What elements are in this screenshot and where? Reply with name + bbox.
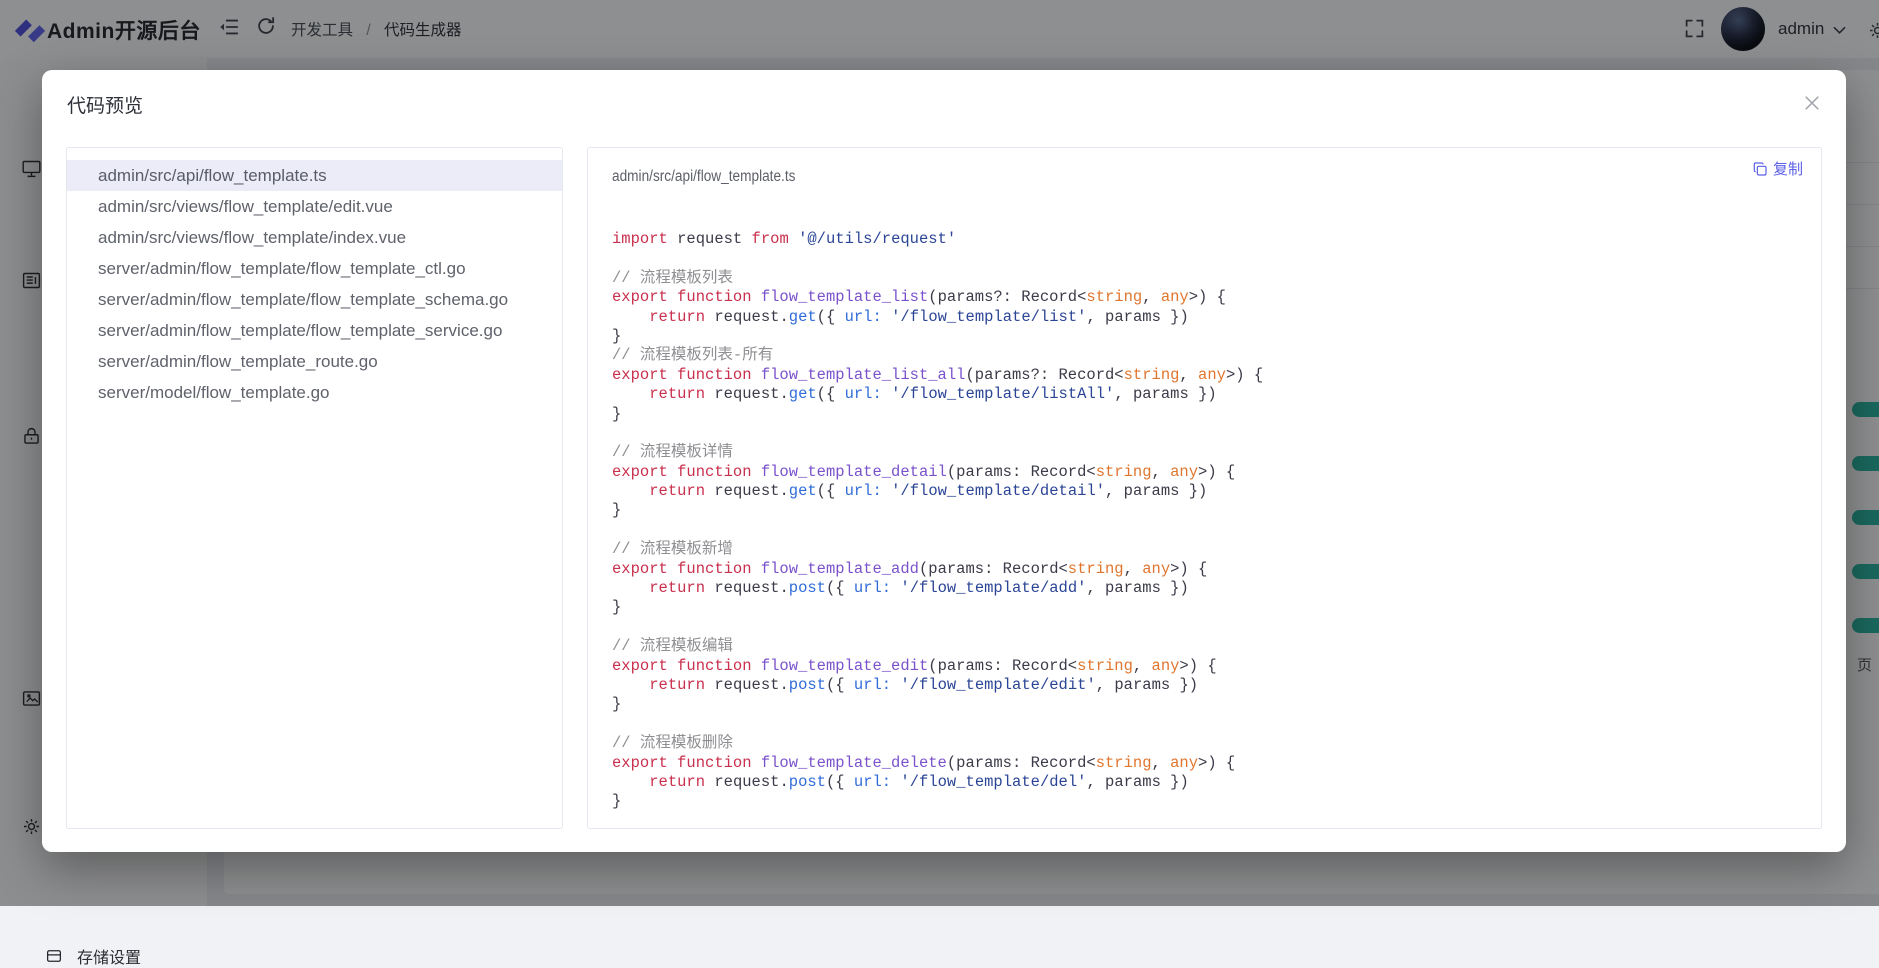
code-line: }: [612, 501, 1811, 520]
code-line: }: [612, 598, 1811, 617]
code-file-title: admin/src/api/flow_template.ts: [612, 168, 795, 186]
code-preview-modal: 代码预览 admin/src/api/flow_template.tsadmin…: [42, 70, 1846, 852]
code-line: export function flow_template_delete(par…: [612, 754, 1811, 773]
code-line: import request from '@/utils/request': [612, 230, 1811, 249]
file-list: admin/src/api/flow_template.tsadmin/src/…: [66, 147, 563, 829]
file-list-item[interactable]: server/model/flow_template.go: [67, 377, 562, 408]
modal-title: 代码预览: [67, 91, 143, 118]
file-list-item[interactable]: server/admin/flow_template/flow_template…: [67, 315, 562, 346]
file-list-item[interactable]: admin/src/views/flow_template/index.vue: [67, 222, 562, 253]
code-line: return request.get({ url: '/flow_templat…: [612, 308, 1811, 327]
code-line: }: [612, 327, 1811, 346]
code-line: return request.get({ url: '/flow_templat…: [612, 482, 1811, 501]
code-line: return request.post({ url: '/flow_templa…: [612, 676, 1811, 695]
code-line: return request.post({ url: '/flow_templa…: [612, 773, 1811, 792]
code-line: export function flow_template_edit(param…: [612, 657, 1811, 676]
code-line: }: [612, 405, 1811, 424]
code-line: export function flow_template_list_all(p…: [612, 366, 1811, 385]
code-line: // 流程模板编辑: [612, 637, 1811, 656]
code-line: }: [612, 695, 1811, 714]
code-line: }: [612, 792, 1811, 811]
sidebar-item-storage-settings[interactable]: 存储设置: [45, 944, 141, 968]
copy-button[interactable]: 复制: [1748, 156, 1807, 181]
file-list-item[interactable]: server/admin/flow_template_route.go: [67, 346, 562, 377]
code-line: [612, 715, 1811, 734]
code-line: // 流程模板列表-所有: [612, 346, 1811, 365]
code-line: export function flow_template_detail(par…: [612, 463, 1811, 482]
code-block: import request from '@/utils/request' //…: [612, 230, 1811, 812]
code-line: // 流程模板详情: [612, 443, 1811, 462]
sidebar-item-label: 存储设置: [77, 944, 141, 968]
code-line: [612, 249, 1811, 268]
code-line: export function flow_template_add(params…: [612, 560, 1811, 579]
file-list-item[interactable]: admin/src/views/flow_template/edit.vue: [67, 191, 562, 222]
code-line: // 流程模板删除: [612, 734, 1811, 753]
storage-icon: [45, 947, 63, 965]
code-line: // 流程模板新增: [612, 540, 1811, 559]
copy-label: 复制: [1773, 158, 1803, 179]
copy-icon: [1752, 161, 1768, 177]
close-icon[interactable]: [1802, 92, 1824, 114]
code-panel: admin/src/api/flow_template.ts 复制 import…: [587, 147, 1822, 829]
code-line: [612, 424, 1811, 443]
code-line: [612, 618, 1811, 637]
code-line: [612, 521, 1811, 540]
code-line: export function flow_template_list(param…: [612, 288, 1811, 307]
file-list-item[interactable]: server/admin/flow_template/flow_template…: [67, 253, 562, 284]
code-line: // 流程模板列表: [612, 269, 1811, 288]
code-line: return request.get({ url: '/flow_templat…: [612, 385, 1811, 404]
file-list-item[interactable]: server/admin/flow_template/flow_template…: [67, 284, 562, 315]
file-list-item[interactable]: admin/src/api/flow_template.ts: [67, 160, 562, 191]
code-line: return request.post({ url: '/flow_templa…: [612, 579, 1811, 598]
